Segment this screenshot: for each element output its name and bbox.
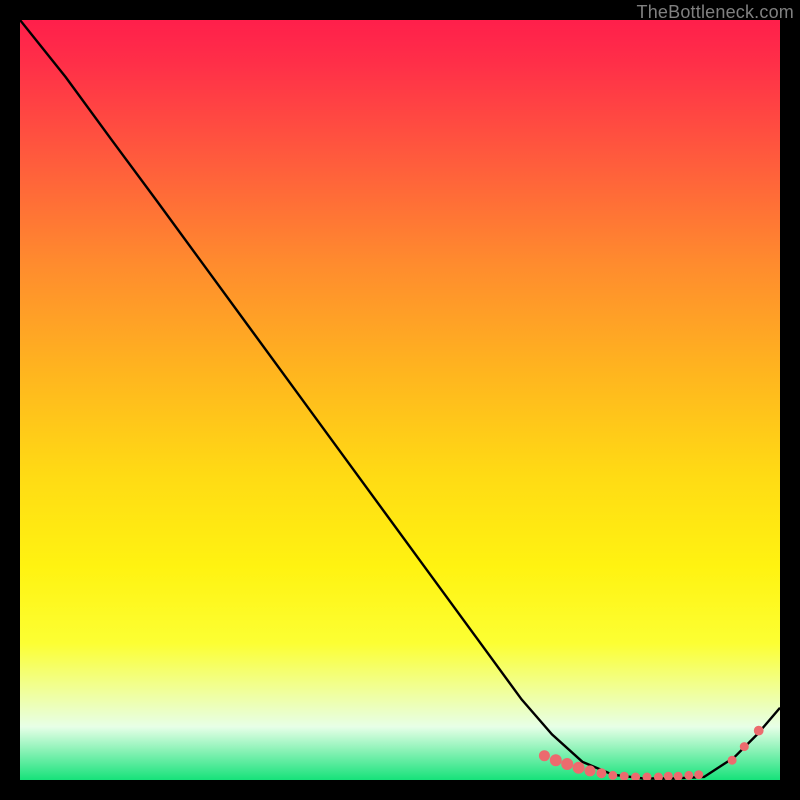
data-marker bbox=[664, 772, 672, 780]
data-marker bbox=[674, 772, 682, 780]
data-marker bbox=[550, 755, 561, 766]
data-marker bbox=[754, 726, 763, 735]
chart-svg bbox=[20, 20, 780, 780]
data-marker bbox=[562, 759, 573, 770]
data-marker bbox=[573, 762, 584, 773]
data-marker bbox=[695, 771, 703, 779]
marker-cluster-rising bbox=[728, 726, 763, 764]
data-marker bbox=[643, 773, 651, 780]
data-marker bbox=[609, 771, 617, 779]
data-marker bbox=[632, 773, 640, 780]
chart-stage: TheBottleneck.com bbox=[0, 0, 800, 800]
data-marker bbox=[539, 751, 549, 761]
data-marker bbox=[597, 769, 606, 778]
data-marker bbox=[654, 773, 662, 780]
marker-cluster-flat bbox=[539, 751, 702, 780]
data-marker bbox=[685, 771, 693, 779]
data-marker bbox=[728, 756, 736, 764]
data-marker bbox=[620, 772, 628, 780]
data-marker bbox=[585, 766, 595, 776]
bottleneck-curve bbox=[20, 20, 780, 779]
plot-area bbox=[20, 20, 780, 780]
data-marker bbox=[740, 743, 748, 751]
